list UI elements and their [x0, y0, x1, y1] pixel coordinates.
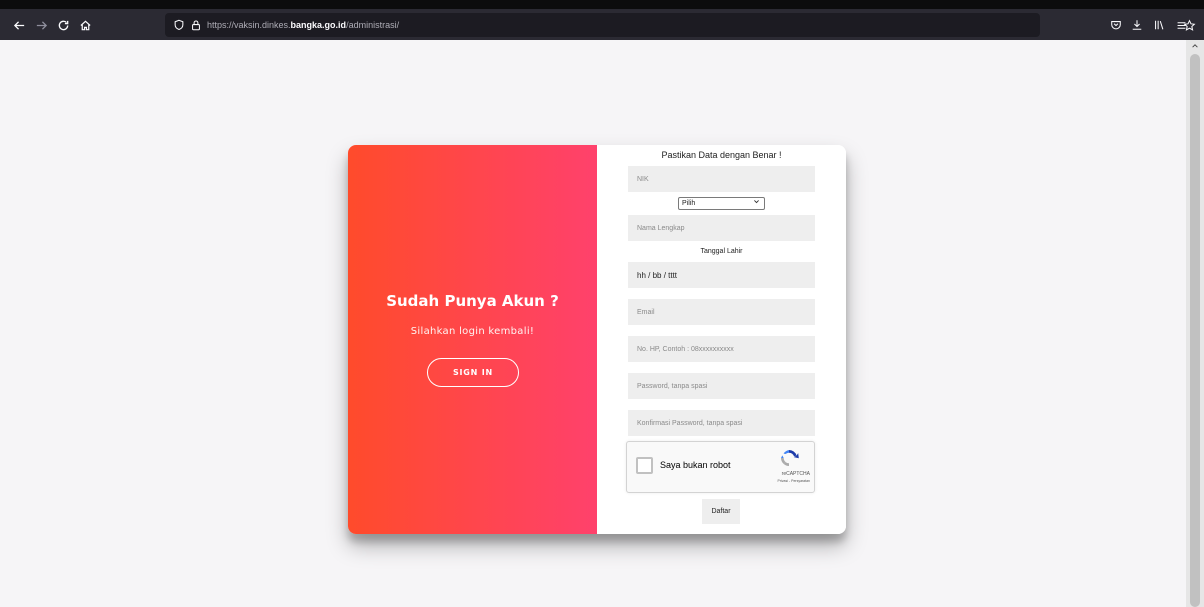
- home-icon[interactable]: [75, 15, 95, 35]
- recaptcha-logo-icon: [779, 448, 799, 468]
- url-prefix: https://vaksin.dinkes.: [207, 20, 291, 30]
- overlay-subtitle: Silahkan login kembali!: [410, 326, 535, 337]
- url-text[interactable]: https://vaksin.dinkes.bangka.go.id/admin…: [207, 18, 399, 32]
- confirm-password-input[interactable]: Konfirmasi Password, tanpa spasi: [628, 410, 815, 436]
- dob-input[interactable]: hh / bb / tttt: [628, 262, 815, 288]
- phone-input[interactable]: No. HP, Contoh : 08xxxxxxxxxx: [628, 336, 815, 362]
- form-title: Pastikan Data dengan Benar !: [661, 150, 782, 160]
- recaptcha-brand: reCAPTCHA: [781, 471, 810, 477]
- lock-icon[interactable]: [188, 17, 204, 33]
- reload-icon[interactable]: [53, 15, 73, 35]
- chevron-down-icon: [753, 198, 760, 210]
- full-name-input[interactable]: Nama Lengkap: [628, 215, 815, 241]
- password-input[interactable]: Password, tanpa spasi: [628, 373, 815, 399]
- auth-card: Sudah Punya Akun ? Silahkan login kembal…: [348, 145, 846, 534]
- url-host: bangka.go.id: [290, 20, 347, 30]
- scrollbar-thumb[interactable]: [1190, 54, 1200, 607]
- daftar-button[interactable]: Daftar: [702, 499, 740, 524]
- chevron-up-icon[interactable]: [1186, 40, 1204, 52]
- pocket-icon[interactable]: [1107, 15, 1125, 35]
- pilih-select[interactable]: Pilih: [678, 197, 765, 210]
- library-icon[interactable]: [1150, 15, 1168, 35]
- registration-form: Pastikan Data dengan Benar ! NIK Pilih N…: [597, 145, 846, 534]
- recaptcha-privacy-terms-links[interactable]: Privasi - Persyaratan: [757, 479, 810, 483]
- browser-toolbar: https://vaksin.dinkes.bangka.go.id/admin…: [0, 9, 1204, 40]
- download-icon[interactable]: [1128, 15, 1146, 35]
- sign-in-button[interactable]: SIGN IN: [427, 358, 519, 387]
- url-suffix: /administrasi/: [346, 20, 400, 30]
- overlay-title: Sudah Punya Akun ?: [386, 292, 559, 310]
- signin-overlay-panel: Sudah Punya Akun ? Silahkan login kembal…: [348, 145, 597, 534]
- recaptcha-label: Saya bukan robot: [660, 460, 731, 470]
- select-value: Pilih: [682, 200, 696, 207]
- recaptcha-checkbox[interactable]: [636, 457, 653, 474]
- arrow-left-icon[interactable]: [9, 15, 29, 35]
- address-bar[interactable]: https://vaksin.dinkes.bangka.go.id/admin…: [165, 13, 1195, 37]
- hamburger-icon[interactable]: [1172, 15, 1190, 35]
- shield-icon[interactable]: [171, 17, 187, 33]
- page-scrollbar[interactable]: [1186, 40, 1204, 607]
- dob-label: Tanggal Lahir: [700, 248, 743, 255]
- recaptcha-widget: Saya bukan robot reCAPTCHA Privasi - Per…: [626, 441, 815, 493]
- arrow-right-icon[interactable]: [31, 15, 51, 35]
- email-input[interactable]: Email: [628, 299, 815, 325]
- window-titlebar: [0, 0, 1204, 9]
- nik-input[interactable]: NIK: [628, 166, 815, 192]
